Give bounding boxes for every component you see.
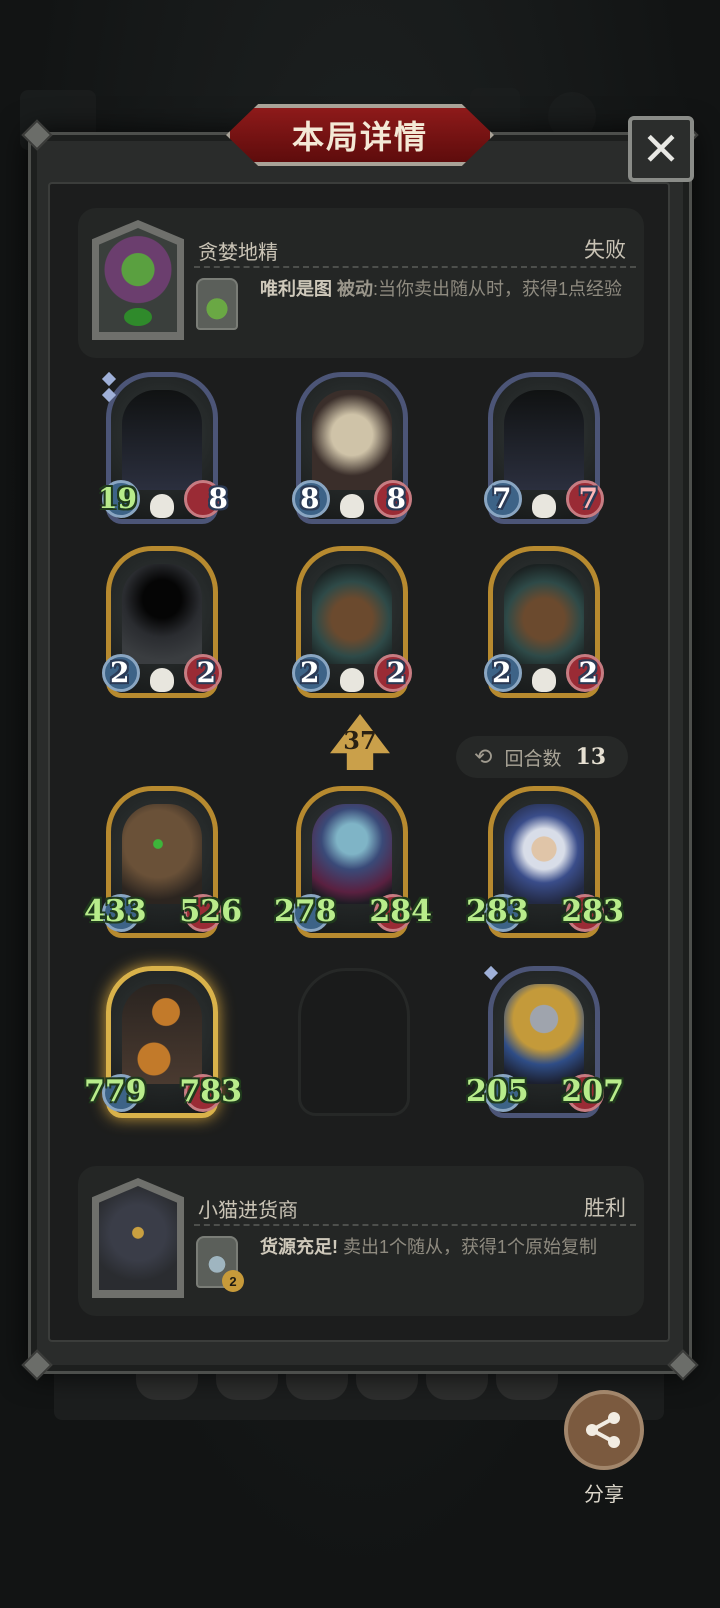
tavern-level-value: 37 xyxy=(343,726,377,755)
strip-card xyxy=(216,1370,278,1400)
health-value: 283 xyxy=(561,894,624,929)
health-value: 8 xyxy=(208,482,228,515)
pumpkin-scarecrow-art xyxy=(122,984,202,1084)
minion-card[interactable]: 779 783 xyxy=(84,966,242,1118)
health-value: 7 xyxy=(578,482,598,515)
round-value: 13 xyxy=(575,744,607,770)
skull-icon xyxy=(532,668,556,692)
round-counter: ⟲ 回合数 13 xyxy=(456,736,628,778)
player-skill-name: 货源充足! xyxy=(260,1237,338,1257)
attack-value: 278 xyxy=(274,894,337,929)
skull-icon xyxy=(340,494,364,518)
health-value: 2 xyxy=(578,656,598,689)
close-icon: ✕ xyxy=(641,123,681,175)
attack-value: 433 xyxy=(84,894,147,929)
opponent-name: 贪婪地精 xyxy=(198,242,278,264)
player-skill-icon[interactable]: 2 xyxy=(196,1236,244,1292)
health-value: 284 xyxy=(369,894,432,929)
opponent-skill-desc: :当你卖出随从时，获得1点经验 xyxy=(373,279,623,299)
attack-value: 205 xyxy=(466,1074,529,1109)
reaper-art xyxy=(122,564,202,664)
skill-cost-badge: 2 xyxy=(222,1270,244,1292)
bone-dragon-art xyxy=(312,390,392,490)
health-value: 526 xyxy=(179,894,242,929)
health-value: 8 xyxy=(386,482,406,515)
dark-knight-art xyxy=(122,390,202,490)
attack-value: 2 xyxy=(492,656,512,689)
page-title: 本局详情 xyxy=(291,119,428,155)
attack-value: 779 xyxy=(84,1074,147,1109)
opponent-result: 失败 xyxy=(584,239,626,262)
minion-card[interactable]: 2 2 xyxy=(484,546,604,698)
share-label: 分享 xyxy=(584,1484,624,1506)
player-name: 小猫进货商 xyxy=(198,1200,298,1222)
attack-value: 7 xyxy=(492,482,512,515)
opponent-portrait xyxy=(92,220,184,340)
close-button[interactable]: ✕ xyxy=(628,116,694,182)
empty-minion-slot xyxy=(298,968,410,1116)
player-skill-text: 货源充足! 卖出1个随从，获得1个原始复制 xyxy=(260,1234,630,1260)
minion-card[interactable]: 7 7 xyxy=(484,372,604,524)
refresh-icon: ⟲ xyxy=(474,744,493,769)
divider xyxy=(194,266,636,268)
health-value: 2 xyxy=(386,656,406,689)
minion-card[interactable]: 8 8 xyxy=(292,372,412,524)
treant-art xyxy=(122,804,202,904)
mimic-chest-art xyxy=(504,564,584,664)
minion-card[interactable]: 2 2 xyxy=(292,546,412,698)
attack-value: 8 xyxy=(300,482,320,515)
attack-value: 2 xyxy=(300,656,320,689)
opponent-skill-icon[interactable] xyxy=(196,278,238,330)
minion-card[interactable]: 433 526 xyxy=(84,786,242,938)
player-portrait xyxy=(92,1178,184,1298)
skull-icon xyxy=(532,494,556,518)
skull-icon xyxy=(150,494,174,518)
opponent-skill-text: 唯利是图 被动:当你卖出随从时，获得1点经验 xyxy=(260,276,630,302)
divider xyxy=(194,1224,636,1226)
skull-icon xyxy=(150,668,174,692)
skull-icon xyxy=(340,668,364,692)
minion-card[interactable]: 205 207 xyxy=(466,965,624,1118)
strip-card xyxy=(426,1370,488,1400)
dark-knight-art xyxy=(504,390,584,490)
opponent-skill-type: 被动 xyxy=(337,279,374,299)
health-value: 207 xyxy=(561,1074,624,1109)
minion-card[interactable]: 278 284 xyxy=(274,786,432,938)
attack-value: 2 xyxy=(110,656,130,689)
opponent-info: 贪婪地精 失败 唯利是图 被动:当你卖出随从时，获得1点经验 xyxy=(78,208,644,358)
player-info: 小猫进货商 胜利 2 货源充足! 卖出1个随从，获得1个原始复制 xyxy=(78,1166,644,1316)
share-icon xyxy=(586,1412,620,1448)
player-result: 胜利 xyxy=(584,1197,626,1220)
share-button[interactable] xyxy=(564,1390,644,1470)
wizard-boy-art xyxy=(504,804,584,904)
player-skill-desc: 卖出1个随从，获得1个原始复制 xyxy=(338,1237,598,1257)
title-banner: 本局详情 xyxy=(226,104,494,166)
minion-card[interactable]: 19 8 xyxy=(98,371,228,524)
strip-card xyxy=(136,1370,198,1400)
golden-knight-art xyxy=(504,984,584,1084)
round-label: 回合数 xyxy=(504,748,562,770)
strip-card xyxy=(496,1370,558,1400)
minion-card[interactable]: 2 2 xyxy=(102,546,222,698)
strip-card xyxy=(356,1370,418,1400)
opponent-skill-name: 唯利是图 xyxy=(260,279,332,299)
minion-card[interactable]: 283 283 xyxy=(466,786,624,938)
elf-sorceress-art xyxy=(312,804,392,904)
health-value: 2 xyxy=(196,656,216,689)
health-value: 783 xyxy=(179,1074,242,1109)
attack-value: 19 xyxy=(98,482,137,515)
strip-card xyxy=(286,1370,348,1400)
attack-value: 283 xyxy=(466,894,529,929)
mimic-chest-art xyxy=(312,564,392,664)
